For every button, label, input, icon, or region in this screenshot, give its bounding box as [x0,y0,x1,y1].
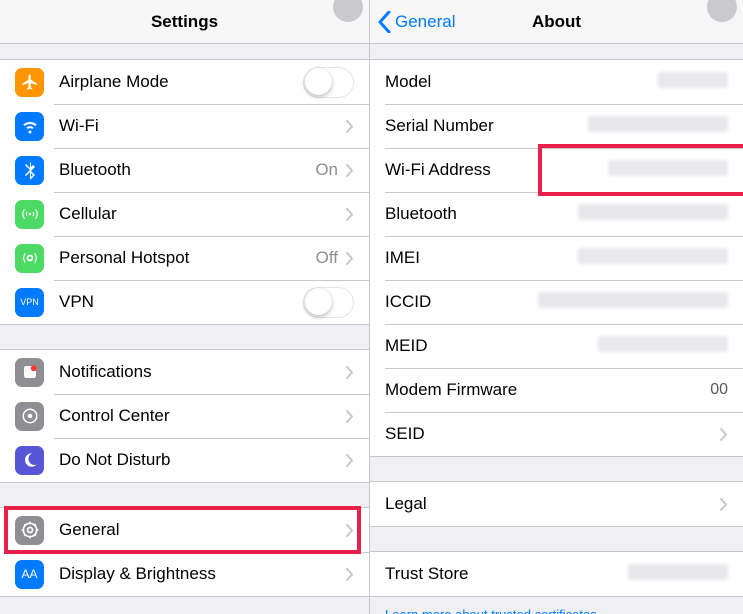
row-label: Airplane Mode [59,72,303,92]
about-row-iccid: ICCID [370,280,743,324]
about-row-seid[interactable]: SEID [370,412,743,456]
settings-list: Airplane Mode Wi-Fi BluetoothOn Cellular Pe… [0,59,369,597]
about-list: Model Serial Number Wi-Fi Address Bluetooth… [370,59,743,614]
hotspot-icon [15,244,44,273]
row-value-redacted [658,72,728,93]
settings-row-notifications[interactable]: Notifications [0,350,369,394]
toggle-switch[interactable] [303,287,354,318]
row-value-redacted [578,248,728,269]
row-value-redacted [588,116,728,137]
row-label: SEID [385,424,720,444]
row-value: 00 [710,381,728,399]
row-value-redacted [538,292,728,313]
chevron-right-icon [720,428,728,441]
settings-row-general[interactable]: General [0,508,369,552]
row-label: Control Center [59,406,346,426]
row-label: Trust Store [385,564,628,584]
settings-title: Settings [0,12,369,32]
row-label: Wi-Fi [59,116,338,136]
row-label: IMEI [385,248,578,268]
settings-row-bluetooth[interactable]: BluetoothOn [0,148,369,192]
row-label: Personal Hotspot [59,248,316,268]
row-label: Modem Firmware [385,380,710,400]
row-detail: Off [316,248,338,268]
row-label: Cellular [59,204,346,224]
settings-row-airplane[interactable]: Airplane Mode [0,60,369,104]
toggle-switch[interactable] [303,67,354,98]
chevron-right-icon [346,524,354,537]
row-value-redacted [598,336,728,357]
chevron-right-icon [346,208,354,221]
row-label: Bluetooth [59,160,315,180]
chevron-right-icon [346,366,354,379]
row-value-redacted [578,204,728,225]
about-row-modem-firmware: Modem Firmware00 [370,368,743,412]
about-row-trust-store[interactable]: Trust Store [370,552,743,596]
row-label: MEID [385,336,598,356]
about-row-model: Model [370,60,743,104]
about-row-imei: IMEI [370,236,743,280]
settings-row-hotspot[interactable]: Personal HotspotOff [0,236,369,280]
vpn-icon: VPN [15,288,44,317]
row-label: General [59,520,346,540]
general-icon [15,516,44,545]
about-pane: General About Model Serial Number Wi-Fi Ad… [370,0,743,614]
row-detail: On [315,160,338,180]
row-value-redacted [628,564,728,585]
settings-pane: Settings Airplane Mode Wi-Fi BluetoothOn C… [0,0,370,614]
settings-row-display[interactable]: AA Display & Brightness [0,552,369,596]
chevron-right-icon [346,568,354,581]
controlcenter-icon [15,402,44,431]
dnd-icon [15,446,44,475]
cellular-icon [15,200,44,229]
settings-row-dnd[interactable]: Do Not Disturb [0,438,369,482]
chevron-left-icon [378,11,391,33]
row-value-redacted [608,160,728,181]
chevron-right-icon [346,120,354,133]
chevron-right-icon [346,454,354,467]
row-label: Model [385,72,658,92]
back-label: General [395,12,455,32]
row-label: Legal [385,494,720,514]
row-label: Display & Brightness [59,564,346,584]
row-label: Wi-Fi Address [385,160,608,180]
wifi-icon [15,112,44,141]
row-label: Do Not Disturb [59,450,346,470]
chevron-right-icon [346,410,354,423]
about-row-bluetooth: Bluetooth [370,192,743,236]
bluetooth-icon [15,156,44,185]
chevron-right-icon [720,498,728,511]
row-label: VPN [59,292,303,312]
settings-row-controlcenter[interactable]: Control Center [0,394,369,438]
settings-row-cellular[interactable]: Cellular [0,192,369,236]
chevron-right-icon [346,252,354,265]
notifications-icon [15,358,44,387]
about-navbar: General About [370,0,743,44]
settings-row-vpn[interactable]: VPN VPN [0,280,369,324]
settings-row-wifi[interactable]: Wi-Fi [0,104,369,148]
back-button[interactable]: General [378,11,455,33]
settings-navbar: Settings [0,0,369,44]
row-label: Serial Number [385,116,588,136]
about-row-serial-number: Serial Number [370,104,743,148]
row-label: Bluetooth [385,204,578,224]
display-icon: AA [15,560,44,589]
trusted-certs-link[interactable]: Learn more about trusted certificates [370,597,743,614]
row-label: ICCID [385,292,538,312]
about-row-legal[interactable]: Legal [370,482,743,526]
about-row-wi-fi-address: Wi-Fi Address [370,148,743,192]
row-label: Notifications [59,362,346,382]
airplane-icon [15,68,44,97]
about-row-meid: MEID [370,324,743,368]
chevron-right-icon [346,164,354,177]
